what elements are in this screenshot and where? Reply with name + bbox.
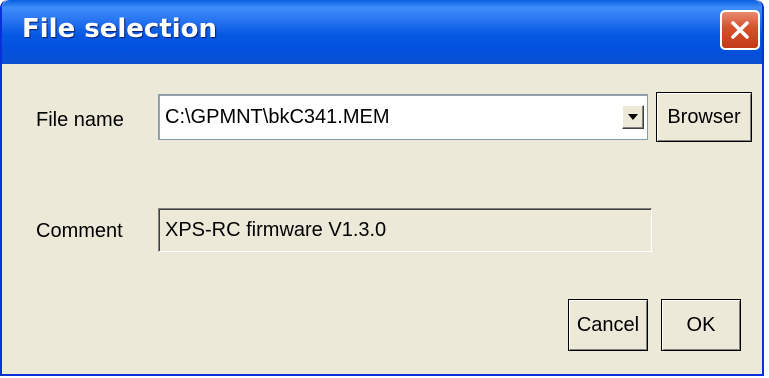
file-name-label: File name (36, 109, 124, 131)
chevron-down-icon (628, 114, 638, 120)
file-selection-dialog: File selection File name C:\GPMNT\bkC341… (0, 0, 764, 376)
dialog-body: File name C:\GPMNT\bkC341.MEM Browser Co… (2, 64, 762, 374)
browse-button[interactable]: Browser (656, 92, 752, 142)
file-name-combobox[interactable]: C:\GPMNT\bkC341.MEM (158, 94, 648, 140)
file-name-dropdown-button[interactable] (622, 105, 644, 129)
close-icon (731, 21, 749, 39)
dialog-title: File selection (22, 14, 218, 44)
cancel-button[interactable]: Cancel (568, 299, 648, 351)
close-button[interactable] (720, 10, 760, 50)
comment-label: Comment (36, 220, 123, 242)
ok-button[interactable]: OK (661, 299, 741, 351)
file-name-value[interactable]: C:\GPMNT\bkC341.MEM (165, 106, 389, 129)
comment-field: XPS-RC firmware V1.3.0 (158, 208, 652, 252)
title-bar[interactable]: File selection (2, 0, 762, 64)
comment-value: XPS-RC firmware V1.3.0 (165, 219, 387, 241)
